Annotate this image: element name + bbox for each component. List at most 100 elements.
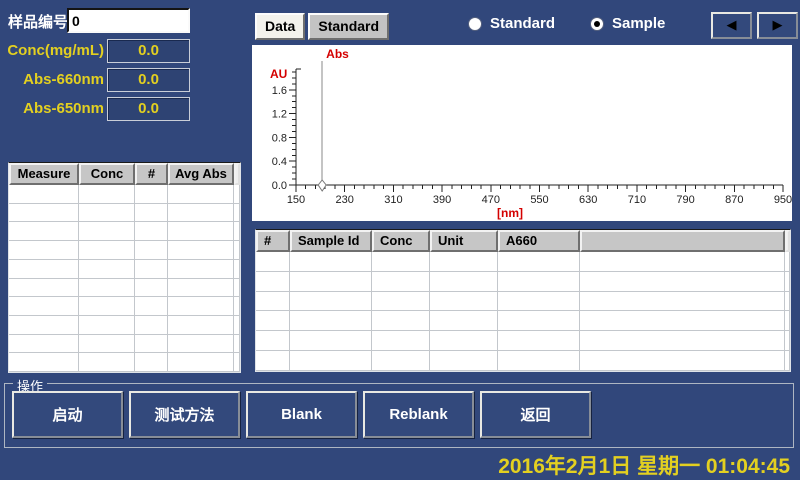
table-cell — [135, 316, 168, 335]
table-cell — [168, 297, 234, 316]
table-cell — [9, 353, 79, 372]
x-tick-label: 150 — [287, 194, 305, 206]
table-cell — [430, 252, 498, 272]
table-cell — [580, 292, 785, 312]
table-cell — [372, 311, 430, 331]
table-cell — [79, 222, 135, 241]
table-cell — [168, 204, 234, 223]
table-row[interactable] — [256, 331, 790, 351]
table-row[interactable] — [9, 297, 240, 316]
table-row[interactable] — [9, 316, 240, 335]
action-button-2[interactable]: 测试方法 — [129, 391, 240, 438]
tab-standard[interactable]: Standard — [308, 13, 389, 40]
y-tick-label: 0.0 — [272, 180, 287, 192]
action-button-3[interactable]: Blank — [246, 391, 357, 438]
table-header-row: MeasureConc#Avg Abs — [9, 163, 240, 185]
radio-circle-icon[interactable] — [468, 17, 482, 31]
table-cell — [9, 260, 79, 279]
x-tick-label: 870 — [725, 194, 743, 206]
column-header: Avg Abs — [168, 163, 234, 185]
table-row[interactable] — [9, 241, 240, 260]
radio-label: Sample — [612, 15, 665, 32]
table-row[interactable] — [256, 292, 790, 312]
table-cell — [256, 331, 290, 351]
table-row[interactable] — [256, 351, 790, 371]
radio-sample[interactable]: Sample — [590, 15, 665, 32]
table-cell — [168, 279, 234, 298]
table-cell — [290, 292, 372, 312]
table-cell — [430, 311, 498, 331]
readout-label: Abs-660nm — [0, 71, 104, 88]
table-cell — [256, 272, 290, 292]
table-cell — [430, 351, 498, 371]
table-cell — [234, 353, 240, 372]
action-button-1[interactable]: 启动 — [12, 391, 123, 438]
table-body — [9, 185, 240, 372]
table-cell — [234, 185, 240, 204]
next-arrow-button[interactable]: ▶ — [757, 12, 798, 39]
actions-groupbox: 操作 启动测试方法BlankReblank返回 — [4, 383, 794, 448]
table-cell — [234, 222, 240, 241]
table-cell — [234, 279, 240, 298]
table-row[interactable] — [256, 311, 790, 331]
table-cell — [290, 351, 372, 371]
table-row[interactable] — [9, 353, 240, 372]
table-row[interactable] — [9, 279, 240, 298]
pager: ◀▶ — [711, 12, 798, 39]
x-axis-unit-label: [nm] — [497, 206, 523, 220]
table-cell — [234, 260, 240, 279]
table-cell — [79, 335, 135, 354]
table-cell — [498, 292, 580, 312]
table-row[interactable] — [9, 204, 240, 223]
spectrum-chart: 0.00.40.81.21.61502303103904705506307107… — [252, 45, 792, 221]
table-cell — [785, 292, 790, 312]
measure-table: MeasureConc#Avg Abs — [8, 162, 241, 373]
column-header-filler — [785, 230, 790, 252]
datetime-status: 2016年2月1日 星期一 01:04:45 — [498, 450, 790, 480]
column-header: Unit — [430, 230, 498, 252]
wavelength-cursor[interactable] — [318, 180, 326, 191]
instrument-screen: 样品编号 Conc(mg/mL)0.0Abs-660nm0.0Abs-650nm… — [0, 0, 800, 480]
table-cell — [580, 331, 785, 351]
table-row[interactable] — [9, 222, 240, 241]
column-header: A660 — [498, 230, 580, 252]
table-header-row: #Sample IdConcUnitA660 — [256, 230, 790, 252]
readout-value-field: 0.0 — [107, 68, 190, 92]
column-header: Sample Id — [290, 230, 372, 252]
table-cell — [9, 185, 79, 204]
table-cell — [135, 222, 168, 241]
table-cell — [79, 316, 135, 335]
action-button-5[interactable]: 返回 — [480, 391, 591, 438]
table-row[interactable] — [9, 260, 240, 279]
radio-standard[interactable]: Standard — [468, 15, 555, 32]
table-cell — [168, 222, 234, 241]
table-cell — [9, 335, 79, 354]
y-tick-label: 0.4 — [272, 156, 287, 168]
table-row[interactable] — [256, 272, 790, 292]
table-cell — [498, 311, 580, 331]
table-cell — [290, 311, 372, 331]
sample-number-input[interactable] — [67, 8, 190, 33]
x-tick-label: 390 — [433, 194, 451, 206]
table-cell — [256, 292, 290, 312]
readout-row: Abs-650nm0.0 — [0, 96, 200, 125]
radio-circle-icon[interactable] — [590, 17, 604, 31]
table-cell — [234, 316, 240, 335]
table-row[interactable] — [256, 252, 790, 272]
action-button-4[interactable]: Reblank — [363, 391, 474, 438]
column-header: Conc — [372, 230, 430, 252]
table-cell — [290, 252, 372, 272]
readout-label: Abs-650nm — [0, 100, 104, 117]
tab-data[interactable]: Data — [255, 13, 305, 40]
table-row[interactable] — [9, 185, 240, 204]
table-cell — [79, 297, 135, 316]
table-cell — [135, 260, 168, 279]
table-cell — [168, 335, 234, 354]
action-button-row: 启动测试方法BlankReblank返回 — [12, 391, 591, 438]
x-tick-label: 710 — [628, 194, 646, 206]
table-row[interactable] — [9, 335, 240, 354]
table-cell — [498, 331, 580, 351]
x-tick-label: 790 — [676, 194, 694, 206]
sample-results-table: #Sample IdConcUnitA660 — [255, 229, 791, 372]
prev-arrow-button[interactable]: ◀ — [711, 12, 752, 39]
